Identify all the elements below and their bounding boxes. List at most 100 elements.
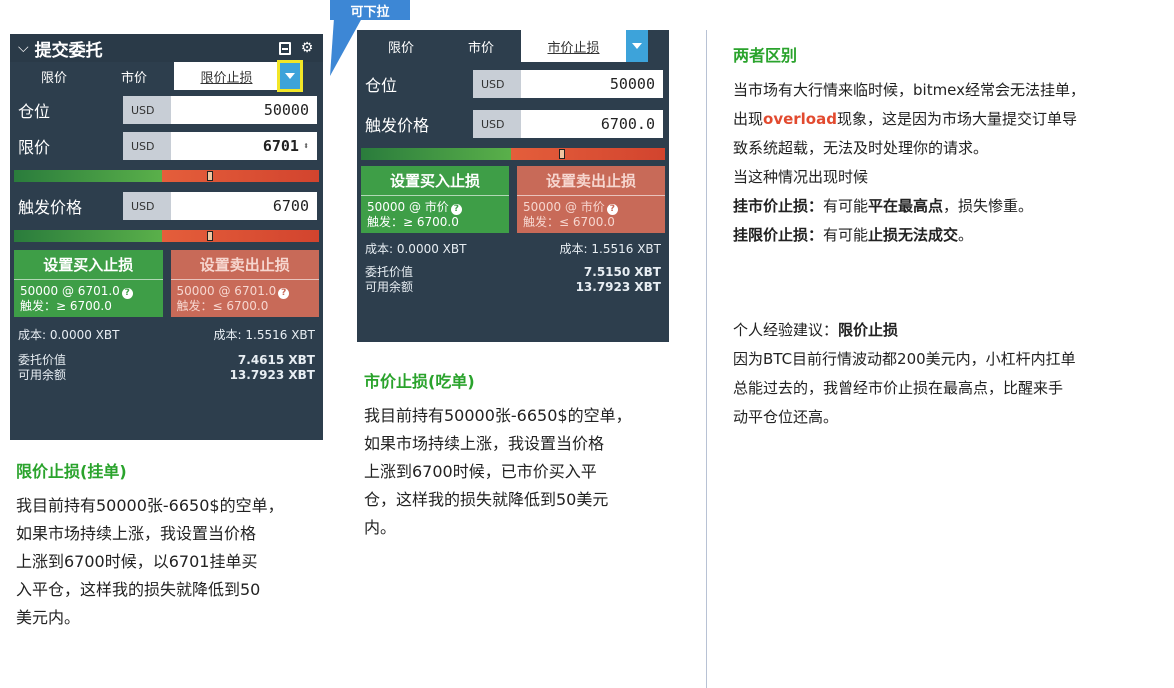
leverage-slider[interactable]: [14, 170, 319, 182]
order-value-row: 委托价值 7.4615 XBT: [10, 353, 323, 368]
sell-trigger: 触发：≤ 6700.0: [176, 299, 269, 313]
order-value-label: 委托价值: [18, 353, 67, 367]
limit-price-unit: USD: [123, 132, 171, 160]
chevron-down-icon[interactable]: ⌵: [18, 40, 29, 56]
slider-thumb[interactable]: [207, 231, 213, 241]
limit-stop-description: 我目前持有50000张-6650$的空单， 如果市场持续上涨，我设置当价格 上涨…: [16, 492, 336, 632]
tab-market[interactable]: 市价: [94, 62, 174, 90]
panel-header: ⌵ 提交委托 ⚙: [10, 34, 323, 62]
order-panel-limit-stop: ⌵ 提交委托 ⚙ 限价 市价 限价止损 仓位 USD 50000 限价 USD …: [10, 34, 323, 440]
buy-order-summary: 50000 @ 市价: [367, 200, 449, 214]
quantity-label: 仓位: [365, 76, 398, 95]
text-line: 仓，这样我的损失就降低到50美元: [364, 490, 609, 509]
tab-stop-market[interactable]: 市价止损: [521, 30, 626, 62]
panel-title: 提交委托: [34, 40, 103, 61]
text-line: 如果市场持续上涨，我设置当价格: [16, 524, 257, 543]
quantity-label: 仓位: [18, 102, 51, 121]
buy-cost: 成本: 0.0000 XBT: [18, 327, 120, 342]
text-line: 致系统超载，无法及时处理你的请求。: [733, 139, 989, 157]
text-line: 我目前持有50000张-6650$的空单，: [16, 496, 284, 515]
text-line: 当这种情况出现时候: [733, 168, 869, 186]
stepper-icon[interactable]: ⬍: [303, 141, 309, 152]
difference-heading: 两者区别: [733, 46, 798, 65]
column-divider: [706, 30, 707, 688]
cost-row: 成本: 0.0000 XBT 成本: 1.5516 XBT: [10, 323, 323, 345]
available-balance: 13.7923 XBT: [229, 368, 315, 382]
trigger-price-label: 触发价格: [365, 116, 430, 135]
cost-row: 成本: 0.0000 XBT 成本: 1.5516 XBT: [357, 237, 669, 259]
available-balance: 13.7923 XBT: [575, 280, 661, 294]
buy-stop-button[interactable]: 设置买入止损 50000 @ 市价? 触发：≥ 6700.0: [361, 166, 509, 233]
sell-order-summary: 50000 @ 6701.0: [176, 284, 277, 298]
leverage-slider-2[interactable]: [14, 230, 319, 242]
difference-description: 当市场有大行情来临时候，bitmex经常会无法挂单， 出现overload现象，…: [733, 76, 1169, 250]
sell-order-summary: 50000 @ 市价: [523, 200, 605, 214]
order-type-tabs: 限价 市价 限价止损: [10, 60, 323, 92]
dropdown-callout: 可下拉: [330, 0, 410, 20]
sell-cost: 成本: 1.5516 XBT: [559, 241, 661, 256]
sell-stop-button[interactable]: 设置卖出止损 50000 @ 6701.0? 触发：≤ 6700.0: [170, 250, 319, 317]
callout-label: 可下拉: [350, 4, 390, 20]
available-label: 可用余额: [18, 368, 67, 382]
caret-down-icon: [285, 73, 295, 79]
calculator-icon[interactable]: [277, 40, 293, 56]
order-value: 7.4615 XBT: [237, 353, 315, 367]
quantity-row: 仓位 USD 50000: [10, 94, 323, 126]
text-line: 上涨到6700时候，以6701挂单买: [16, 552, 258, 571]
available-row: 可用余额 13.7923 XBT: [10, 368, 323, 383]
tab-limit[interactable]: 限价: [361, 30, 441, 62]
limit-stop-heading: 限价止损(挂单): [16, 462, 127, 481]
available-label: 可用余额: [365, 280, 414, 294]
buy-stop-button[interactable]: 设置买入止损 50000 @ 6701.0? 触发：≥ 6700.0: [14, 250, 163, 317]
caret-down-icon: [632, 43, 642, 49]
limit-price-value: 6701: [262, 137, 299, 155]
action-buttons: 设置买入止损 50000 @ 市价? 触发：≥ 6700.0 设置卖出止损 500…: [357, 166, 669, 233]
help-icon[interactable]: ?: [121, 288, 133, 299]
text-line: 出现overload现象，这是因为市场大量提交订单导: [733, 110, 1077, 128]
leverage-slider[interactable]: [361, 148, 665, 160]
gear-icon[interactable]: ⚙: [299, 40, 315, 56]
text-line: 如果市场持续上涨，我设置当价格: [364, 434, 605, 453]
slider-thumb[interactable]: [207, 171, 213, 181]
available-row: 可用余额 13.7923 XBT: [357, 280, 669, 295]
order-type-tabs: 限价 市价 市价止损: [357, 30, 669, 62]
text-line: 挂限价止损：有可能止损无法成交。: [733, 226, 974, 244]
buy-trigger: 触发：≥ 6700.0: [367, 215, 459, 229]
slider-thumb[interactable]: [559, 149, 565, 159]
quantity-input[interactable]: 50000: [171, 96, 317, 124]
text-line: 挂市价止损：有可能平在最高点，损失惨重。: [733, 197, 1034, 215]
text-line: 因为BTC目前行情波动都200美元内，小杠杆内扛单: [733, 350, 1076, 368]
trigger-price-unit: USD: [473, 110, 521, 138]
buy-stop-title: 设置买入止损: [14, 250, 163, 280]
text-line: 当市场有大行情来临时候，bitmex经常会无法挂单，: [733, 81, 1086, 99]
limit-price-row: 限价 USD 6701 ⬍: [10, 130, 323, 162]
quantity-input[interactable]: 50000: [521, 70, 663, 98]
tab-market[interactable]: 市价: [441, 30, 521, 62]
advice-line: 个人经验建议：限价止损: [733, 321, 899, 339]
trigger-price-row: 触发价格 USD 6700.0: [357, 108, 669, 140]
text-line: 我目前持有50000张-6650$的空单，: [364, 406, 632, 425]
market-stop-description: 我目前持有50000张-6650$的空单， 如果市场持续上涨，我设置当价格 上涨…: [364, 402, 694, 542]
trigger-price-input[interactable]: 6700.0: [521, 110, 663, 138]
sell-stop-title: 设置卖出止损: [517, 166, 665, 196]
help-icon[interactable]: ?: [450, 204, 462, 215]
buy-stop-title: 设置买入止损: [361, 166, 509, 196]
sell-stop-button[interactable]: 设置卖出止损 50000 @ 市价? 触发：≤ 6700.0: [517, 166, 665, 233]
text-line: 美元内。: [16, 608, 81, 627]
help-icon[interactable]: ?: [278, 288, 290, 299]
advice-block: 个人经验建议：限价止损 因为BTC目前行情波动都200美元内，小杠杆内扛单 总能…: [733, 316, 1169, 432]
order-type-dropdown[interactable]: [626, 30, 648, 62]
order-type-dropdown[interactable]: [277, 60, 303, 92]
trigger-price-input[interactable]: 6700: [171, 192, 317, 220]
help-icon[interactable]: ?: [606, 204, 618, 215]
order-value: 7.5150 XBT: [583, 265, 661, 279]
market-stop-heading: 市价止损(吃单): [364, 372, 475, 391]
sell-cost: 成本: 1.5516 XBT: [213, 327, 315, 342]
text-line: 内。: [364, 518, 397, 537]
limit-price-input[interactable]: 6701 ⬍: [171, 132, 317, 160]
buy-trigger: 触发：≥ 6700.0: [20, 299, 112, 313]
tab-stop-limit[interactable]: 限价止损: [174, 62, 279, 90]
trigger-price-unit: USD: [123, 192, 171, 220]
tab-limit[interactable]: 限价: [14, 62, 94, 90]
limit-price-label: 限价: [18, 138, 51, 157]
